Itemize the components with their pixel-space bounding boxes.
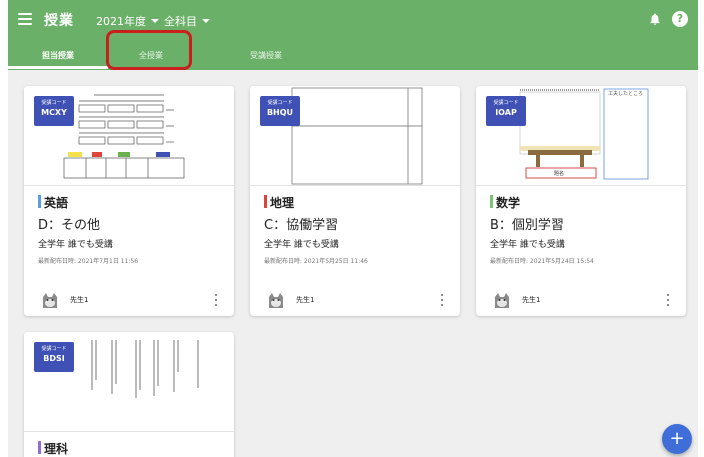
more-vert-icon[interactable] (215, 294, 218, 306)
chevron-down-icon (151, 19, 159, 23)
teacher-avatar (269, 293, 283, 308)
enrollment-scope: 全学年 誰でも受講 (490, 240, 565, 250)
class-code-badge: 受講コード BDSI (34, 342, 74, 372)
class-card[interactable]: 受講コード BDSI 理科 (24, 332, 234, 457)
worksheet-thumbnail: 受講コード BHQU (250, 86, 460, 186)
class-code: IOAP (495, 108, 517, 117)
tab-assigned-classes[interactable]: 担当授業 (8, 46, 108, 66)
class-code: BHQU (266, 108, 294, 117)
app-title: 授業 (44, 13, 74, 29)
teacher-name: 先生1 (70, 296, 89, 304)
subject-label: 数学 (496, 196, 521, 210)
class-code-badge: 受講コード IOAP (486, 96, 526, 126)
thumbnail-caption: 題名 (554, 171, 565, 177)
more-vert-icon[interactable] (441, 294, 444, 306)
chevron-down-icon (202, 19, 210, 23)
help-icon[interactable]: ? (672, 11, 688, 27)
last-distributed-date: 最新配布日時: 2021年7月1日 11:56 (38, 258, 139, 265)
subject-selector-label: 全科目 (164, 15, 197, 28)
enrollment-scope: 全学年 誰でも受講 (264, 240, 339, 250)
subject-label: 英語 (44, 196, 69, 210)
thumbnail-note: 工夫したところ (608, 91, 644, 97)
year-selector-label: 2021年度 (96, 15, 146, 28)
teacher-name: 先生1 (296, 296, 315, 304)
worksheet-thumbnail: 工夫したところ 題名 受講コード IOAP (476, 86, 686, 186)
subject-name: 英語 (38, 194, 68, 211)
class-code-label: 受講コード (41, 346, 67, 352)
bell-icon[interactable] (648, 12, 662, 26)
more-vert-icon[interactable] (667, 294, 670, 306)
last-distributed-date: 最新配布日時: 2021年5月24日 15:54 (490, 258, 594, 265)
class-card[interactable]: 受講コード BHQU 地理 C：協働学習 全学年 誰でも受講 最新配布日時: 2… (250, 86, 460, 316)
learning-style: B：個別学習 (490, 218, 564, 233)
class-code-label: 受講コード (493, 100, 519, 106)
class-code-badge: 受講コード BHQU (260, 96, 300, 126)
class-code: BDSI (43, 354, 65, 363)
tab-enrolled-classes[interactable]: 受講授業 (218, 46, 314, 66)
worksheet-thumbnail: 受講コード MCXY (24, 86, 234, 186)
menu-icon[interactable] (18, 13, 32, 25)
class-card[interactable]: 受講コード MCXY 英語 D：その他 全学年 誰でも受講 最新配布日時: 20… (24, 86, 234, 316)
teacher-avatar (495, 293, 509, 308)
enrollment-scope: 全学年 誰でも受講 (38, 240, 113, 250)
app-frame: 授業 2021年度 全科目 ? 担当授業 全授業 受講授業 受講コード MCXY… (8, 0, 698, 457)
teacher-avatar (43, 293, 57, 308)
subject-color-bar (38, 441, 41, 454)
teacher-name: 先生1 (522, 296, 541, 304)
worksheet-thumbnail: 受講コード BDSI (24, 332, 234, 432)
subject-color-bar (38, 195, 41, 208)
class-code-badge: 受講コード MCXY (34, 96, 74, 126)
subject-color-bar (264, 195, 267, 208)
add-icon: + (669, 428, 685, 449)
highlight-annotation (106, 30, 192, 70)
learning-style: D：その他 (38, 218, 101, 233)
learning-style: C：協働学習 (264, 218, 339, 233)
subject-label: 理科 (44, 442, 69, 456)
year-selector[interactable]: 2021年度 (96, 13, 159, 29)
subject-name: 数学 (490, 194, 520, 211)
subject-selector[interactable]: 全科目 (164, 13, 210, 29)
class-card[interactable]: 工夫したところ 題名 受講コード IOAP 数学 B：個別学習 全学年 誰でも受… (476, 86, 686, 316)
subject-label: 地理 (270, 196, 295, 210)
add-class-button[interactable]: + (662, 424, 692, 454)
class-code-label: 受講コード (267, 100, 293, 106)
last-distributed-date: 最新配布日時: 2021年5月25日 11:46 (264, 258, 368, 265)
class-code: MCXY (41, 108, 67, 117)
subject-color-bar (490, 195, 493, 208)
subject-name: 理科 (38, 440, 68, 457)
class-code-label: 受講コード (41, 100, 67, 106)
active-tab-indicator (8, 66, 108, 69)
subject-name: 地理 (264, 194, 294, 211)
